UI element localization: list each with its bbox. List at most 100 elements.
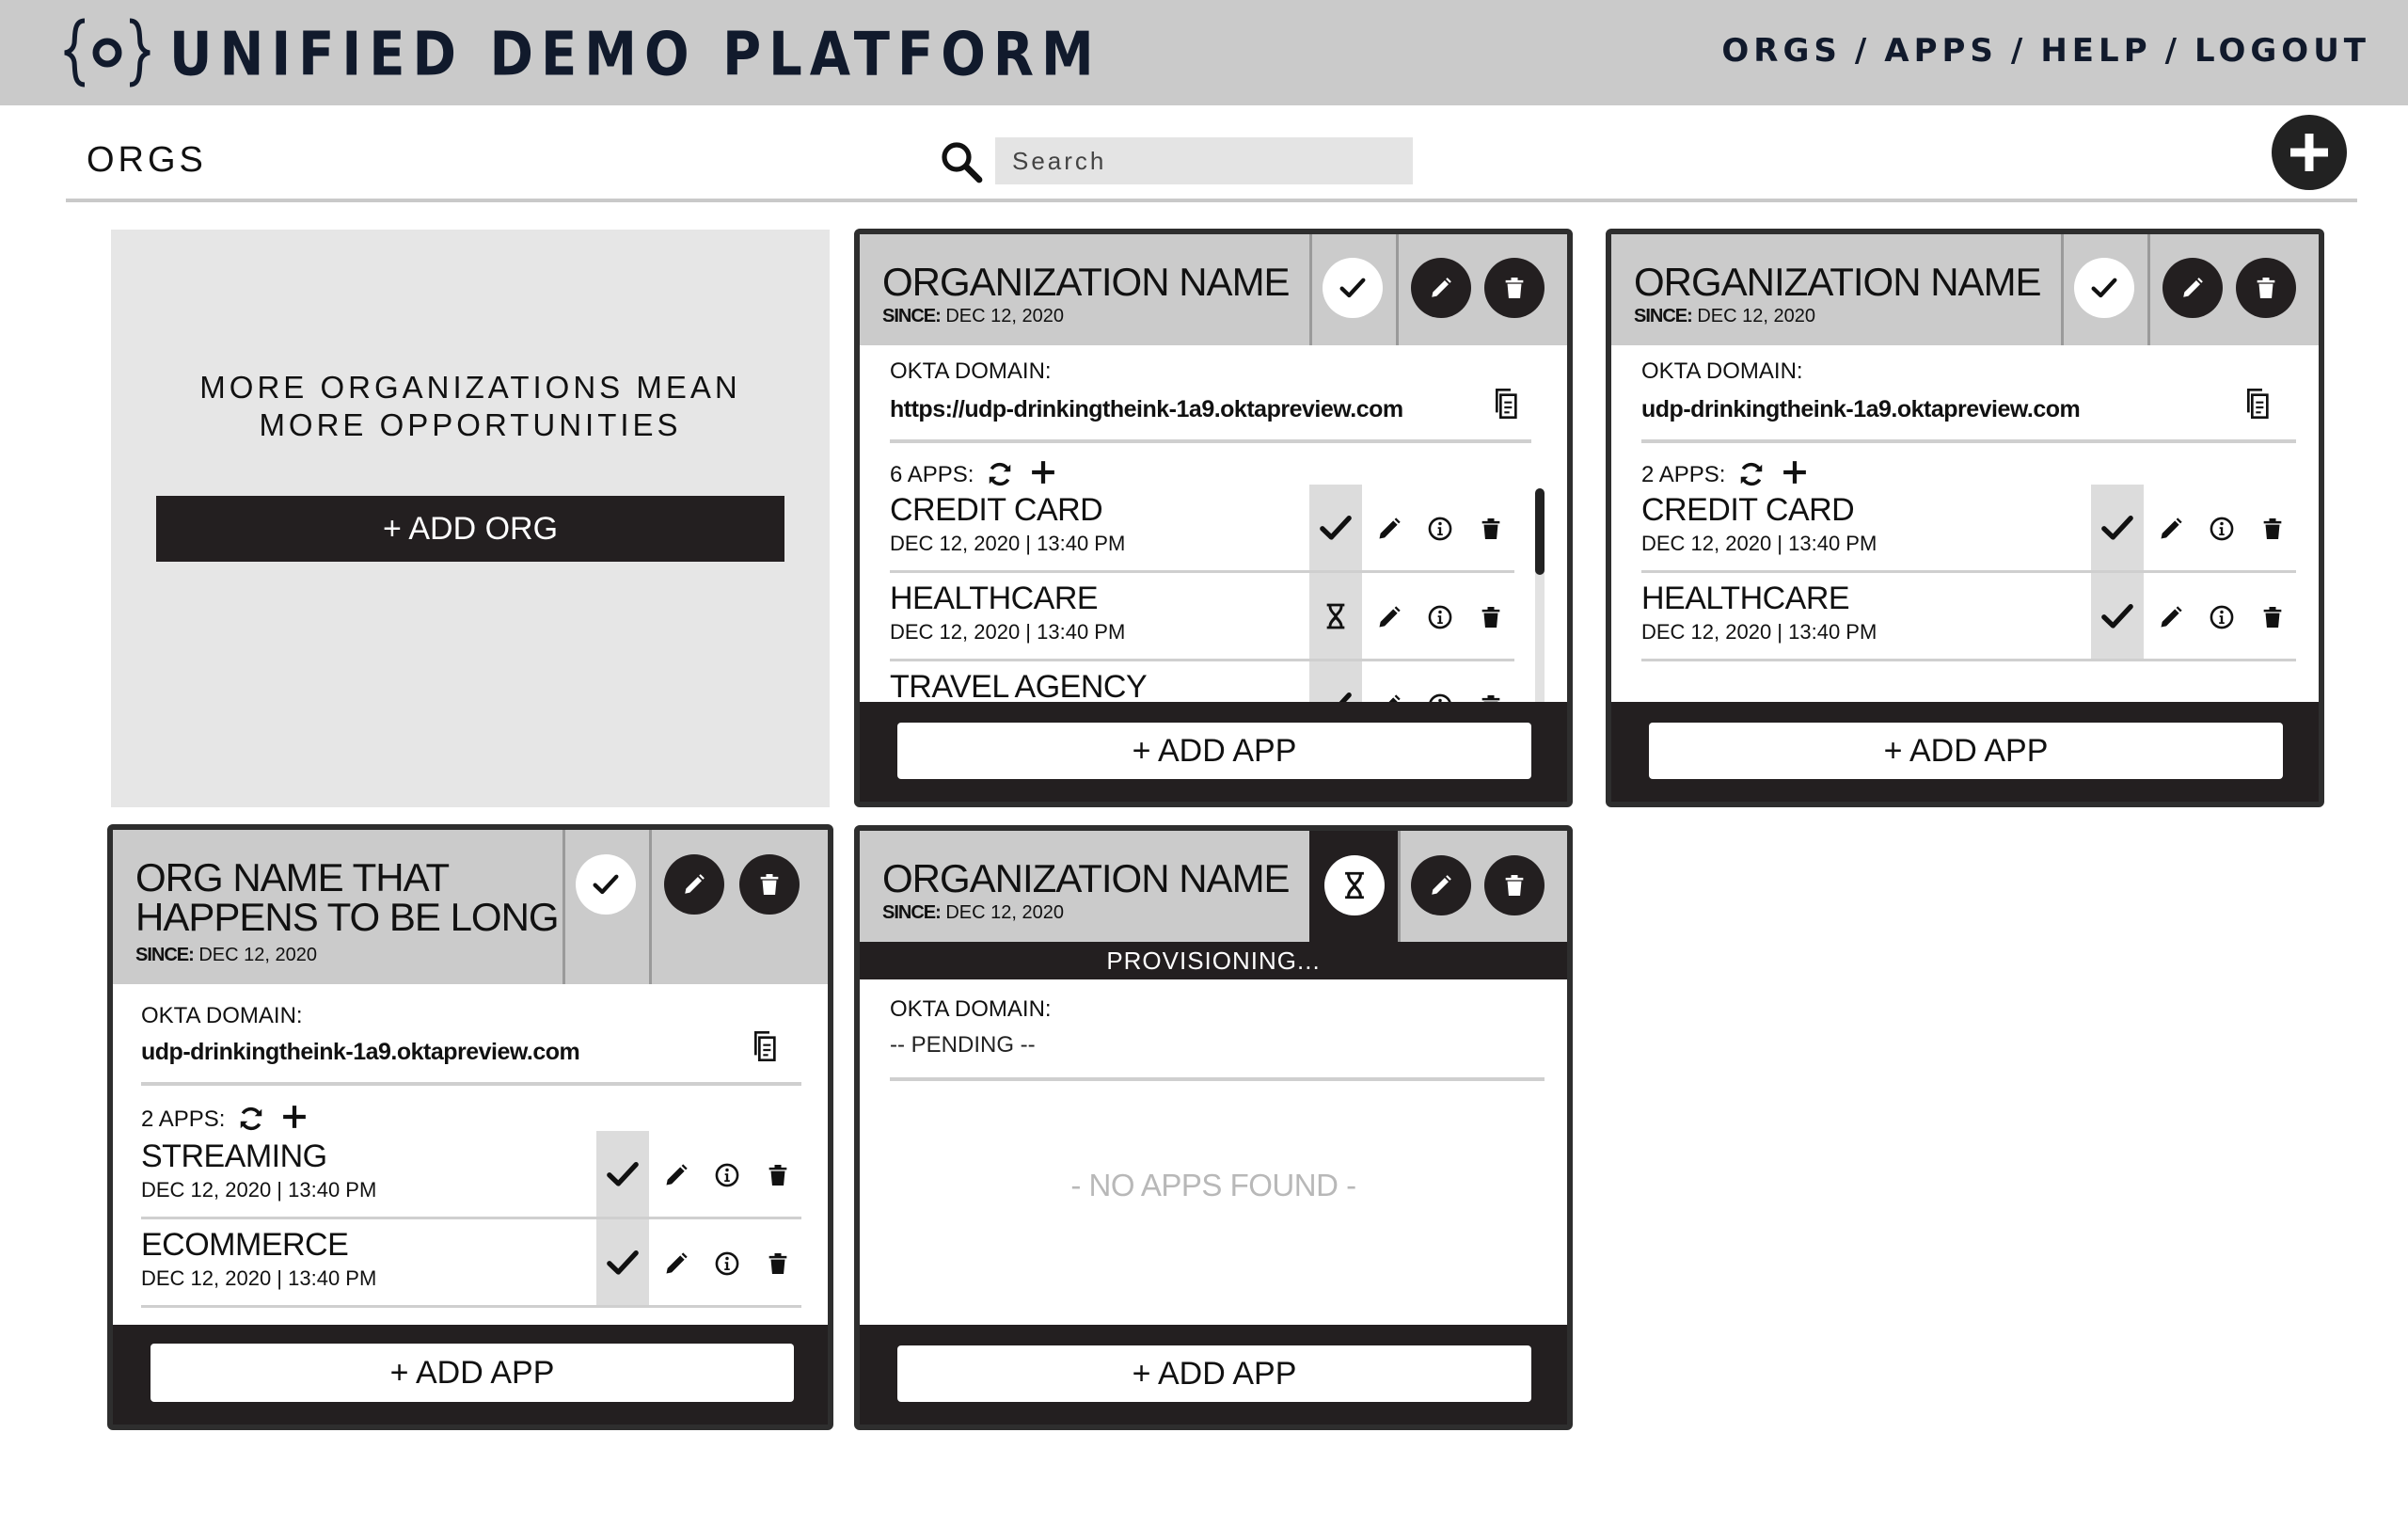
delete-org-button[interactable] [2236,258,2296,318]
search-icon[interactable] [939,139,984,184]
delete-app-trash-icon[interactable] [1475,601,1507,633]
okta-domain-label: OKTA DOMAIN: [141,1003,303,1028]
logo-icon [64,18,150,88]
org-name: ORGANIZATION NAME [1634,260,2042,304]
org-name: ORGANIZATION NAME [882,260,1291,304]
org-status-active [2074,258,2134,318]
edit-org-button[interactable] [664,854,724,915]
edit-org-button[interactable] [1411,855,1471,915]
add-app-plus-icon[interactable] [278,1101,310,1133]
org-since: SINCE: DEC 12, 2020 [882,306,1064,327]
app-status-pending [1309,573,1362,661]
add-app-button[interactable]: + ADD APP [1649,723,2283,779]
org-card-header: ORGANIZATION NAME SINCE: DEC 12, 2020 [860,234,1567,345]
app-status-active [2091,485,2144,573]
search-input[interactable] [995,137,1413,184]
add-app-button[interactable]: + ADD APP [150,1344,794,1402]
header-divider [1309,234,1312,345]
app-date: DEC 12, 2020 | 13:40 PM [890,620,1126,644]
delete-org-button[interactable] [1484,855,1545,915]
top-nav: ORGS / APPS / HELP / LOGOUT [1721,32,2370,70]
check-icon [1317,509,1354,547]
app-info-icon[interactable] [711,1248,743,1280]
okta-domain-label: OKTA DOMAIN: [890,358,1052,384]
nav-help[interactable]: HELP [2040,32,2151,70]
org-name-line-2: HAPPENS TO BE LONG [135,895,560,939]
edit-app-pencil-icon[interactable] [1373,601,1405,633]
trash-icon [1505,875,1524,896]
promo-text: MORE ORGANIZATIONS MEAN MORE OPPORTUNITI… [111,369,830,444]
app-info-icon[interactable] [2206,601,2238,633]
delete-app-trash-icon[interactable] [2257,513,2289,545]
app-item: TRAVEL AGENCY [890,661,1529,707]
nav-apps[interactable]: APPS [1884,32,1998,70]
app-name: HEALTHCARE [1641,581,1850,616]
header-divider [1396,234,1399,345]
since-label: SINCE: [882,306,942,326]
add-org-fab[interactable] [2272,115,2347,190]
edit-app-pencil-icon[interactable] [660,1248,692,1280]
app-list: CREDIT CARD DEC 12, 2020 | 13:40 PM HEAL… [1641,485,2300,669]
header-divider [2147,234,2150,345]
header-divider [1398,831,1401,942]
app-date: DEC 12, 2020 | 13:40 PM [141,1266,377,1290]
scrollbar-thumb[interactable] [1535,488,1545,575]
nav-orgs[interactable]: ORGS [1721,32,1841,70]
page-title: ORGS [87,140,207,180]
edit-app-pencil-icon[interactable] [2155,601,2187,633]
org-status-active [576,854,636,915]
since-date: DEC 12, 2020 [945,306,1064,326]
check-icon [2099,597,2136,635]
org-card-header: ORGANIZATION NAME SINCE: DEC 12, 2020 [860,831,1567,942]
add-app-button[interactable]: + ADD APP [897,723,1531,779]
check-icon [604,1155,642,1193]
add-org-promo: MORE ORGANIZATIONS MEAN MORE OPPORTUNITI… [111,230,830,807]
okta-domain-pending: -- PENDING -- [890,1032,1036,1058]
refresh-icon[interactable] [235,1103,267,1135]
pencil-icon [1432,875,1451,895]
add-app-button[interactable]: + ADD APP [897,1345,1531,1402]
app-info-icon[interactable] [711,1159,743,1191]
hourglass-icon [1345,871,1364,899]
copy-icon[interactable] [2242,385,2275,422]
org-card: ORGANIZATION NAME SINCE: DEC 12, 2020 OK… [854,229,1573,807]
org-name: ORG NAME THAT HAPPENS TO BE LONG [135,858,560,939]
app-item: CREDIT CARD DEC 12, 2020 | 13:40 PM [1641,485,2300,573]
edit-org-button[interactable] [1411,258,1471,318]
copy-icon[interactable] [749,1027,783,1065]
app-name: STREAMING [141,1138,327,1174]
app-title: UNIFIED DEMO PLATFORM [169,19,1101,90]
divider [141,1305,801,1308]
edit-app-pencil-icon[interactable] [660,1159,692,1191]
org-card-header: ORG NAME THAT HAPPENS TO BE LONG SINCE: … [113,830,828,984]
divider [1641,439,2296,443]
delete-org-button[interactable] [1484,258,1545,318]
edit-app-pencil-icon[interactable] [1373,513,1405,545]
copy-icon[interactable] [1490,385,1524,422]
nav-logout[interactable]: LOGOUT [2194,32,2370,70]
app-status-active [596,1219,649,1308]
add-app-plus-icon[interactable] [1027,456,1059,488]
app-list: CREDIT CARD DEC 12, 2020 | 13:40 PM HEAL… [890,485,1529,707]
edit-org-button[interactable] [2162,258,2223,318]
divider [890,439,1531,443]
divider [66,199,2357,202]
hourglass-icon [1326,603,1345,629]
app-status-active [1309,661,1362,707]
app-info-icon[interactable] [1424,601,1456,633]
app-name: HEALTHCARE [890,581,1099,616]
add-app-plus-icon[interactable] [1779,456,1811,488]
add-org-button[interactable]: + ADD ORG [156,496,784,562]
delete-app-trash-icon[interactable] [762,1159,794,1191]
org-card-footer: + ADD APP [860,1325,1567,1425]
delete-org-button[interactable] [739,854,800,915]
since-date: DEC 12, 2020 [198,945,317,965]
delete-app-trash-icon[interactable] [2257,601,2289,633]
delete-app-trash-icon[interactable] [762,1248,794,1280]
edit-app-pencil-icon[interactable] [2155,513,2187,545]
app-date: DEC 12, 2020 | 13:40 PM [890,532,1126,555]
app-info-icon[interactable] [2206,513,2238,545]
plus-icon [2290,134,2328,171]
app-info-icon[interactable] [1424,513,1456,545]
delete-app-trash-icon[interactable] [1475,513,1507,545]
